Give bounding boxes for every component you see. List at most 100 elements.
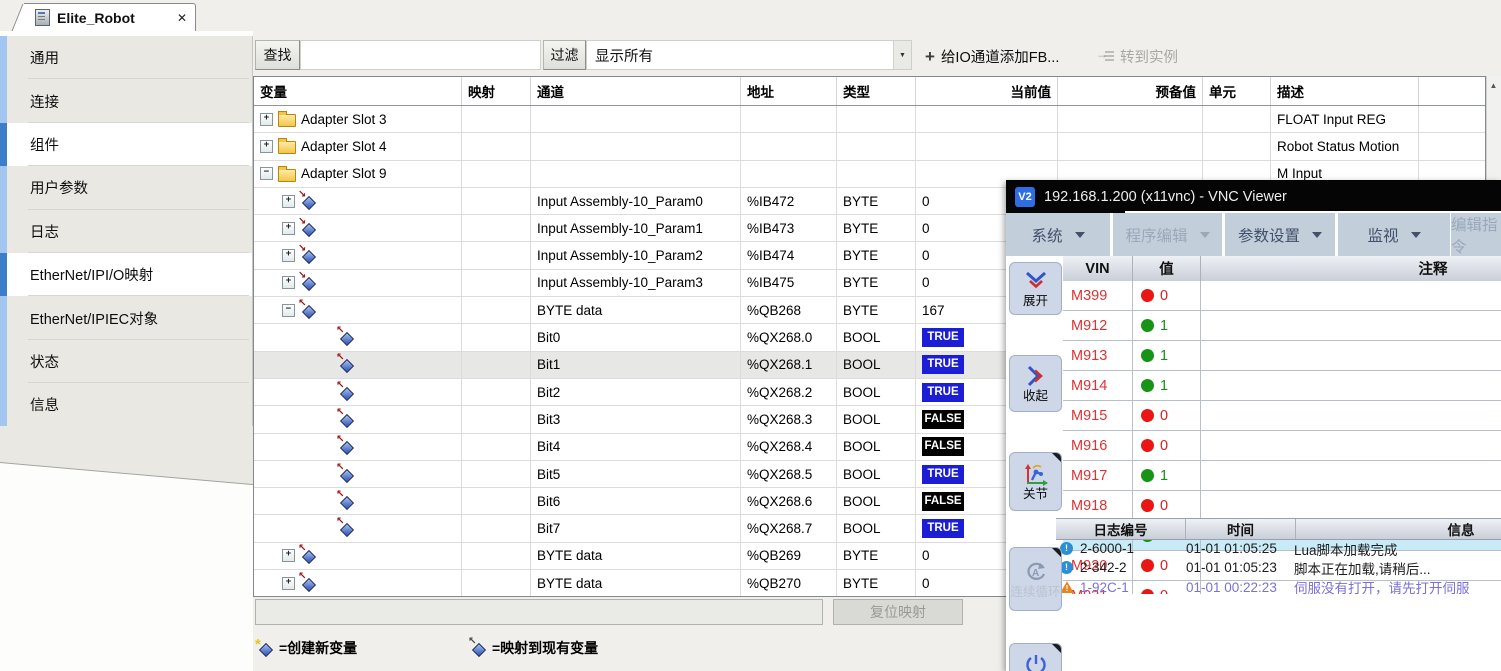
io-cell-variable: + [254,543,462,569]
io-cell-channel: BYTE data [531,570,741,596]
vin-row[interactable]: M915 0 [1063,401,1501,431]
vnc-toolbar-button-collapse-right[interactable]: 收起 [1009,355,1062,412]
expander-icon[interactable]: + [282,276,295,289]
state-dot-icon [1141,469,1154,482]
log-id: 2-6000-1 [1080,541,1186,556]
io-cell-variable: + [254,570,462,596]
log-id: 1-92C-1 [1080,580,1186,595]
col-variable[interactable]: 变量 [254,77,462,105]
col-mapping[interactable]: 映射 [462,77,531,105]
sidebar-item-label: 通用 [30,47,59,68]
chevron-down-icon[interactable]: ▼ [893,41,911,69]
vnc-menu-button[interactable]: 程序编辑 [1113,213,1222,256]
expander-icon[interactable]: + [282,549,295,562]
expander-icon[interactable]: − [260,167,273,180]
vnc-toolbar-button-auto-loop[interactable]: 连续循环 [1009,547,1062,611]
log-table-header: 日志编号 时间 信息 [1056,518,1501,540]
col-prepared-value[interactable]: 预备值 [1058,77,1203,105]
vin-cell-comment [1201,401,1501,430]
expander-icon[interactable]: + [282,195,295,208]
device-editor-tab-list: 通用 连接 组件 用户参数 日志 EtherNet/IPI/O映射 EtherN… [0,36,253,427]
close-icon[interactable]: ✕ [177,11,187,25]
vin-row[interactable]: M399 0 [1063,281,1501,311]
io-cell-mapping [462,188,531,214]
col-description[interactable]: 描述 [1271,77,1419,105]
vnc-toolbar-button-expand-down[interactable]: 展开 [1009,262,1062,315]
vin-row[interactable]: M914 1 [1063,371,1501,401]
vnc-toolbar-button-power[interactable] [1009,643,1062,671]
chevron-down-icon [1411,232,1421,238]
log-row[interactable]: ! 2-6000-1 01-01 01:05:25 Lua脚本加载完成 [1056,539,1501,558]
variable-icon [338,356,354,373]
col-current-value[interactable]: 当前值 [916,77,1058,105]
io-cell-address: %QB268 [741,297,837,323]
expander-icon[interactable]: + [282,249,295,262]
io-cell-address: %IB475 [741,270,837,296]
vin-row[interactable]: M918 0 [1063,491,1501,521]
vin-cell-name: M918 [1063,491,1133,520]
vin-row[interactable]: M912 1 [1063,311,1501,341]
find-input[interactable] [300,40,541,70]
sidebar-item[interactable]: 用户参数 [0,166,252,209]
io-cell-address: %QX268.6 [741,488,837,514]
vnc-menu-button[interactable]: 监视 [1338,213,1450,256]
log-id: 2-342-2 [1080,560,1186,575]
sidebar-item[interactable]: 连接 [0,79,252,122]
vnc-toolbar-button-robot-joint[interactable]: 关节 [1009,452,1062,511]
screen: Elite_Robot ✕ 通用 连接 组件 用户参数 日志 EtherNet/… [0,0,1501,671]
vnc-menu-button[interactable]: 编辑指令 [1451,213,1501,256]
add-fb-button[interactable]: + 给IO通道添加FB... [925,40,1090,72]
bool-value-badge: FALSE [922,492,964,511]
expander-icon[interactable]: + [282,577,295,590]
new-variable-icon [257,640,273,657]
log-row[interactable]: ! 2-342-2 01-01 01:05:23 脚本正在加载,请稍后... [1056,558,1501,577]
sidebar-item[interactable]: EtherNet/IPI/O映射 [0,253,252,296]
expander-icon[interactable]: + [282,222,295,235]
bool-value-badge: FALSE [922,410,964,429]
log-level-icon: ! [1060,581,1080,593]
log-message: Lua脚本加载完成 [1294,539,1501,559]
vin-row[interactable]: M917 1 [1063,461,1501,491]
col-vin[interactable]: VIN [1063,256,1133,281]
col-value[interactable]: 值 [1133,256,1201,281]
variable-icon [338,384,354,401]
expander-icon[interactable]: + [260,113,273,126]
col-address[interactable]: 地址 [741,77,837,105]
sidebar-item[interactable]: 状态 [0,340,252,383]
io-variable-label: Adapter Slot 4 [301,139,387,154]
col-unit[interactable]: 单元 [1203,77,1271,105]
col-log-id[interactable]: 日志编号 [1056,519,1186,539]
sidebar-item[interactable]: 信息 [0,383,252,426]
vnc-menu-button[interactable]: 参数设置 [1225,213,1335,256]
expander-icon[interactable]: + [260,140,273,153]
io-cell-blank [1419,133,1485,159]
log-row[interactable]: ! 1-92C-1 01-01 00:22:23 伺服没有打开，请先打开伺服 [1056,578,1501,595]
scroll-up-icon[interactable]: ▲ [1486,77,1501,93]
io-table-row[interactable]: + Adapter Slot 4 Robot Status Motion [254,133,1485,160]
vnc-menu-button[interactable]: 系统 [1006,213,1110,256]
io-cell-variable: + [254,188,462,214]
log-message: 伺服没有打开，请先打开伺服 [1294,577,1501,595]
expander-icon[interactable]: − [282,304,295,317]
io-cell-address: %QB270 [741,570,837,596]
col-comment[interactable]: 注释 [1201,256,1501,281]
goto-instance-button[interactable]: 转到实例 [1098,40,1208,72]
vin-row[interactable]: M916 0 [1063,431,1501,461]
sidebar-item[interactable]: 日志 [0,210,252,253]
reset-mapping-button[interactable]: 复位映射 [833,599,963,625]
col-channel[interactable]: 通道 [531,77,741,105]
filter-dropdown[interactable]: 显示所有 ▼ [586,40,912,70]
col-log-time[interactable]: 时间 [1186,519,1296,539]
variable-icon [338,520,354,537]
col-blank [1419,77,1485,105]
io-table-row[interactable]: + Adapter Slot 3 FLOAT Input REG [254,106,1485,133]
vnc-title-bar[interactable]: V2 192.168.1.200 (x11vnc) - VNC Viewer [1006,180,1501,213]
sidebar-item[interactable]: EtherNet/IPIEC对象 [0,296,252,339]
vin-row[interactable]: M913 1 [1063,341,1501,371]
sidebar-item[interactable]: 组件 [0,123,252,166]
io-cell-mapping [462,106,531,132]
sidebar-item[interactable]: 通用 [0,36,252,79]
col-log-message[interactable]: 信息 [1296,519,1501,539]
col-type[interactable]: 类型 [837,77,916,105]
document-tab-elite-robot[interactable]: Elite_Robot ✕ [24,3,196,31]
